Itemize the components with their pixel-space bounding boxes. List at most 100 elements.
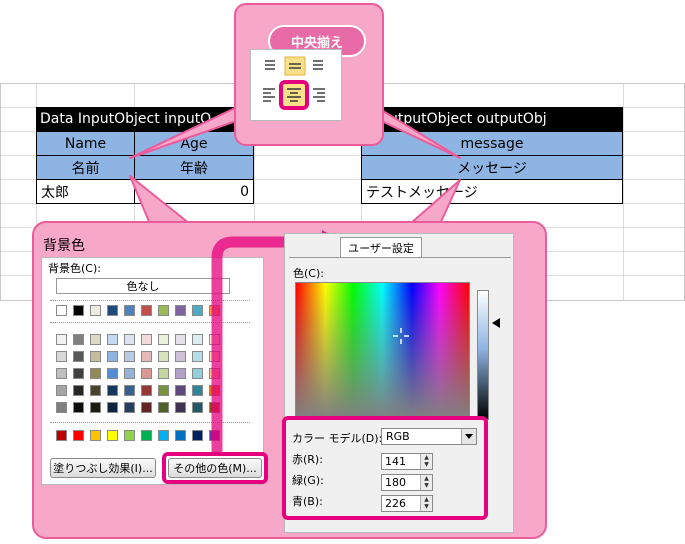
color-swatch[interactable] <box>209 305 220 316</box>
color-swatch[interactable] <box>209 334 220 345</box>
color-swatch[interactable] <box>56 368 67 379</box>
color-swatch[interactable] <box>209 351 220 362</box>
color-swatch[interactable] <box>192 402 203 413</box>
color-swatch[interactable] <box>73 305 84 316</box>
vertical-align-icons <box>265 56 323 76</box>
color-swatch[interactable] <box>73 351 84 362</box>
color-swatch[interactable] <box>158 351 169 362</box>
color-swatch[interactable] <box>56 402 67 413</box>
color-swatch[interactable] <box>141 351 152 362</box>
input-table-title[interactable]: Data InputObject inputO <box>36 107 254 131</box>
color-swatch[interactable] <box>175 334 186 345</box>
color-swatch[interactable] <box>192 305 203 316</box>
standard-color-swatch[interactable] <box>209 430 220 441</box>
color-swatch[interactable] <box>124 351 135 362</box>
color-swatch[interactable] <box>107 305 118 316</box>
luminance-slider[interactable] <box>477 290 489 420</box>
color-swatch[interactable] <box>192 334 203 345</box>
color-swatch[interactable] <box>124 305 135 316</box>
color-swatch[interactable] <box>90 305 101 316</box>
color-swatch[interactable] <box>158 402 169 413</box>
color-spectrum[interactable] <box>295 282 470 420</box>
color-swatch[interactable] <box>175 368 186 379</box>
color-swatch[interactable] <box>107 334 118 345</box>
color-swatch[interactable] <box>90 368 101 379</box>
color-swatch[interactable] <box>107 368 118 379</box>
color-swatch[interactable] <box>209 368 220 379</box>
dropdown-arrow-icon[interactable] <box>461 429 476 444</box>
standard-color-swatch[interactable] <box>107 430 118 441</box>
color-swatch[interactable] <box>73 368 84 379</box>
standard-color-swatch[interactable] <box>141 430 152 441</box>
color-swatch[interactable] <box>209 402 220 413</box>
standard-color-swatch[interactable] <box>90 430 101 441</box>
input-label-age[interactable]: 年齢 <box>134 155 254 180</box>
color-model-value: RGB <box>386 430 410 443</box>
alignment-zoom-callout: 中央揃え <box>234 3 384 146</box>
color-swatch[interactable] <box>141 385 152 396</box>
color-swatch[interactable] <box>192 385 203 396</box>
color-swatch[interactable] <box>56 385 67 396</box>
spinner-icon[interactable]: ▲ ▼ <box>420 454 432 469</box>
color-swatch[interactable] <box>107 402 118 413</box>
fill-effects-button[interactable]: 塗りつぶし効果(I)... <box>50 458 156 478</box>
color-swatch[interactable] <box>192 351 203 362</box>
color-swatch[interactable] <box>56 305 67 316</box>
input-header-name[interactable]: Name <box>36 131 135 156</box>
color-swatch[interactable] <box>90 385 101 396</box>
color-swatch[interactable] <box>141 334 152 345</box>
color-swatch[interactable] <box>141 368 152 379</box>
color-swatch[interactable] <box>158 305 169 316</box>
color-swatch[interactable] <box>124 334 135 345</box>
color-swatch[interactable] <box>107 385 118 396</box>
standard-color-swatch[interactable] <box>73 430 84 441</box>
tab-custom[interactable]: ユーザー設定 <box>340 237 422 257</box>
spinner-icon[interactable]: ▲ ▼ <box>420 475 432 490</box>
color-swatch[interactable] <box>73 385 84 396</box>
standard-color-swatch[interactable] <box>192 430 203 441</box>
color-swatch[interactable] <box>192 368 203 379</box>
color-swatch[interactable] <box>124 385 135 396</box>
color-swatch[interactable] <box>124 402 135 413</box>
color-model-select[interactable]: RGB <box>381 428 477 445</box>
color-swatch[interactable] <box>90 351 101 362</box>
more-colors-button[interactable]: その他の色(M)... <box>168 458 262 478</box>
color-swatch[interactable] <box>158 385 169 396</box>
color-swatch[interactable] <box>158 334 169 345</box>
blue-label: 青(B): <box>292 495 323 508</box>
color-swatch[interactable] <box>175 402 186 413</box>
input-label-name[interactable]: 名前 <box>36 155 135 180</box>
output-cell-message[interactable]: テストメッセージ <box>361 179 623 204</box>
output-header-message[interactable]: message <box>361 131 623 156</box>
green-input[interactable]: 180 ▲ ▼ <box>381 474 433 491</box>
standard-color-swatch[interactable] <box>175 430 186 441</box>
color-swatch[interactable] <box>56 351 67 362</box>
standard-color-swatch[interactable] <box>124 430 135 441</box>
input-cell-age[interactable]: 0 <box>134 179 254 204</box>
color-swatch[interactable] <box>90 334 101 345</box>
color-swatch[interactable] <box>175 351 186 362</box>
more-colors-highlight: その他の色(M)... <box>162 452 268 484</box>
color-swatch[interactable] <box>209 385 220 396</box>
output-table-title[interactable]: a OutputObject outputObj <box>361 107 623 131</box>
standard-color-swatch[interactable] <box>56 430 67 441</box>
color-swatch[interactable] <box>124 368 135 379</box>
color-swatch[interactable] <box>141 305 152 316</box>
blue-input[interactable]: 226 ▲ ▼ <box>381 495 433 512</box>
input-cell-name[interactable]: 太郎 <box>36 179 135 204</box>
center-align-button[interactable] <box>279 80 309 110</box>
color-swatch[interactable] <box>73 334 84 345</box>
red-input[interactable]: 141 ▲ ▼ <box>381 453 433 470</box>
color-swatch[interactable] <box>175 305 186 316</box>
standard-color-swatch[interactable] <box>158 430 169 441</box>
color-swatch[interactable] <box>73 402 84 413</box>
color-swatch[interactable] <box>141 402 152 413</box>
color-swatch[interactable] <box>56 334 67 345</box>
color-swatch[interactable] <box>90 402 101 413</box>
color-swatch[interactable] <box>158 368 169 379</box>
output-label-message[interactable]: メッセージ <box>361 155 623 180</box>
color-swatch[interactable] <box>175 385 186 396</box>
slider-pointer-icon[interactable] <box>492 318 500 328</box>
spinner-icon[interactable]: ▲ ▼ <box>420 496 432 511</box>
color-swatch[interactable] <box>107 351 118 362</box>
